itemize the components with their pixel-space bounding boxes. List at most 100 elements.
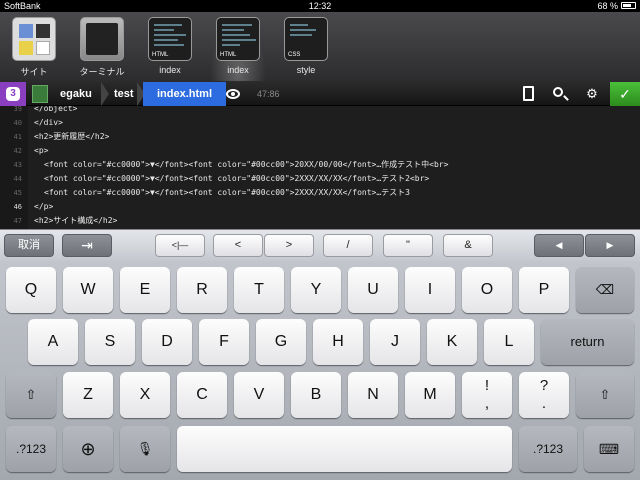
key-g[interactable]: G xyxy=(256,319,306,365)
code-editor[interactable]: 39 </object> 40 </div> 41 <h2>更新履歴</h2> 42 <… xyxy=(0,106,640,229)
globe-icon: ⊕ xyxy=(80,439,96,459)
key-symbol-sub: , xyxy=(484,395,490,412)
key-t[interactable]: T xyxy=(234,267,284,313)
key-x[interactable]: X xyxy=(120,372,170,418)
key-i[interactable]: I xyxy=(405,267,455,313)
ampersand-key[interactable]: & xyxy=(443,234,493,257)
code-line-current: 46 </p> xyxy=(13,202,54,211)
code-line: 42 <p> xyxy=(13,146,49,155)
microphone-key[interactable]: 🎙 xyxy=(120,426,170,472)
screen: SoftBank 12:32 68 % サイト ターミナル HTML index… xyxy=(0,0,640,480)
cursor-left-button[interactable]: ◀ xyxy=(534,234,584,257)
breadcrumb-arrow xyxy=(212,82,222,106)
numbers-key-right[interactable]: .?123 xyxy=(519,426,577,472)
clock: 12:32 xyxy=(308,1,332,11)
breadcrumb-test[interactable]: test xyxy=(114,82,134,106)
hide-keyboard-button[interactable]: <|— xyxy=(155,234,205,257)
key-j[interactable]: J xyxy=(370,319,420,365)
shift-icon: ⇧ xyxy=(599,387,611,402)
key-p[interactable]: P xyxy=(519,267,569,313)
key-q[interactable]: Q xyxy=(6,267,56,313)
breadcrumb-egaku[interactable]: egaku xyxy=(60,82,92,106)
code-line: 39 </object> xyxy=(13,106,78,113)
file-tab-label: ターミナル xyxy=(79,67,125,77)
key-z[interactable]: Z xyxy=(63,372,113,418)
globe-key[interactable]: ⊕ xyxy=(63,426,113,472)
key-w[interactable]: W xyxy=(63,267,113,313)
tab-key[interactable]: ⇥ xyxy=(62,234,112,257)
done-checkmark-button[interactable]: ✓ xyxy=(610,82,640,106)
file-tab-label: index xyxy=(227,65,249,75)
code-line: 47 <h2>サイト構成</h2> xyxy=(13,216,118,225)
open-tabs-button[interactable]: 3 xyxy=(0,82,26,106)
key-r[interactable]: R xyxy=(177,267,227,313)
gear-icon[interactable]: ⚙ xyxy=(584,86,600,102)
file-tab-bar: サイト ターミナル HTML index HTML index CSS styl… xyxy=(0,12,640,82)
preview-eye-icon[interactable] xyxy=(226,89,240,99)
code-line: 44 <font color="#cc0000">▼</font><font co… xyxy=(13,174,430,183)
key-n[interactable]: N xyxy=(348,372,398,418)
file-type-tag: HTML xyxy=(152,52,169,58)
key-h[interactable]: H xyxy=(313,319,363,365)
code-line: 43 <font color="#cc0000">▼</font><font co… xyxy=(13,160,449,169)
cursor-position: 47:86 xyxy=(257,89,280,99)
file-tab-index-1[interactable]: HTML index xyxy=(142,17,198,81)
key-m[interactable]: M xyxy=(405,372,455,418)
cursor-right-button[interactable]: ▶ xyxy=(585,234,635,257)
code-line: 40 </div> xyxy=(13,118,63,127)
status-bar: SoftBank 12:32 68 % xyxy=(0,0,640,12)
file-tab-site[interactable]: サイト xyxy=(6,17,62,81)
site-icon xyxy=(12,17,56,61)
file-tab-label: style xyxy=(296,65,316,75)
search-icon[interactable] xyxy=(553,87,563,97)
software-keyboard: Q W E R T Y U I O P ⌫ A S D F G H J K L … xyxy=(0,261,640,480)
space-key[interactable] xyxy=(177,426,512,472)
key-b[interactable]: B xyxy=(291,372,341,418)
quote-key[interactable]: " xyxy=(383,234,433,257)
key-y[interactable]: Y xyxy=(291,267,341,313)
key-d[interactable]: D xyxy=(142,319,192,365)
keyboard-accessory-bar: 取消 ⇥ <|— < > / " & ◀ ▶ xyxy=(0,229,640,261)
key-symbol-sub: . xyxy=(541,395,547,412)
greater-than-key[interactable]: > xyxy=(264,234,314,257)
key-k[interactable]: K xyxy=(427,319,477,365)
key-s[interactable]: S xyxy=(85,319,135,365)
file-tab-label: index xyxy=(159,65,181,75)
key-exclamation[interactable]: ! , xyxy=(462,372,512,418)
file-type-tag: HTML xyxy=(220,52,237,58)
file-tab-index-2[interactable]: HTML index xyxy=(210,17,266,81)
slash-key[interactable]: / xyxy=(323,234,373,257)
backspace-key[interactable]: ⌫ xyxy=(576,267,634,313)
terminal-icon xyxy=(80,17,124,61)
key-c[interactable]: C xyxy=(177,372,227,418)
key-a[interactable]: A xyxy=(28,319,78,365)
key-e[interactable]: E xyxy=(120,267,170,313)
code-line: 41 <h2>更新履歴</h2> xyxy=(13,132,110,141)
numbers-key-left[interactable]: .?123 xyxy=(6,426,56,472)
return-key[interactable]: return xyxy=(541,319,634,365)
key-u[interactable]: U xyxy=(348,267,398,313)
shift-key-left[interactable]: ⇧ xyxy=(6,372,56,418)
key-f[interactable]: F xyxy=(199,319,249,365)
html-file-icon: HTML xyxy=(216,17,260,61)
html-file-icon: HTML xyxy=(148,17,192,61)
key-question[interactable]: ? . xyxy=(519,372,569,418)
tab-count-badge: 3 xyxy=(6,87,20,101)
file-tab-style[interactable]: CSS style xyxy=(278,17,334,81)
key-l[interactable]: L xyxy=(484,319,534,365)
key-o[interactable]: O xyxy=(462,267,512,313)
key-v[interactable]: V xyxy=(234,372,284,418)
keyboard-dismiss-icon: ⌨ xyxy=(598,441,620,457)
battery-icon xyxy=(621,2,636,9)
less-than-key[interactable]: < xyxy=(213,234,263,257)
file-tab-terminal[interactable]: ターミナル xyxy=(74,17,130,81)
document-info-icon[interactable] xyxy=(523,86,534,101)
key-symbol: ! xyxy=(484,377,490,394)
css-file-icon: CSS xyxy=(284,17,328,61)
path-bar: 3 egaku test index.html 47:86 ⚙ ✓ xyxy=(0,82,640,106)
dismiss-keyboard-key[interactable]: ⌨ xyxy=(584,426,634,472)
shift-key-right[interactable]: ⇧ xyxy=(576,372,634,418)
cancel-button[interactable]: 取消 xyxy=(4,234,54,257)
backspace-icon: ⌫ xyxy=(595,282,615,297)
key-symbol: ? xyxy=(539,377,549,394)
